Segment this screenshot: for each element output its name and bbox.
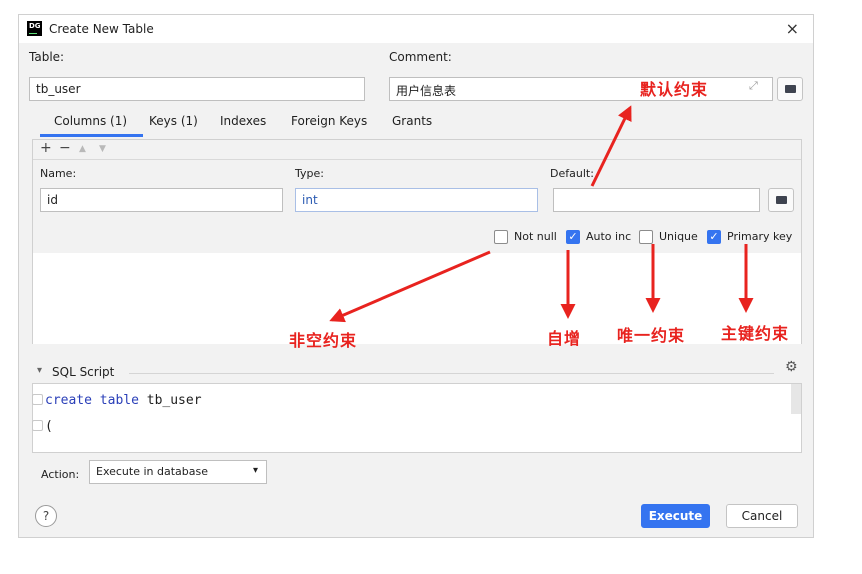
annotation-auto-inc: 自增 <box>547 329 582 348</box>
annotation-primary-key: 主键约束 <box>721 324 790 343</box>
annotation-arrows <box>329 105 754 323</box>
annotation-not-null: 非空约束 <box>289 331 358 350</box>
annotation-default: 默认约束 <box>640 80 709 99</box>
annotation-unique: 唯一约束 <box>617 326 686 345</box>
not-null-arrow <box>329 250 491 323</box>
default-arrow <box>590 105 632 187</box>
